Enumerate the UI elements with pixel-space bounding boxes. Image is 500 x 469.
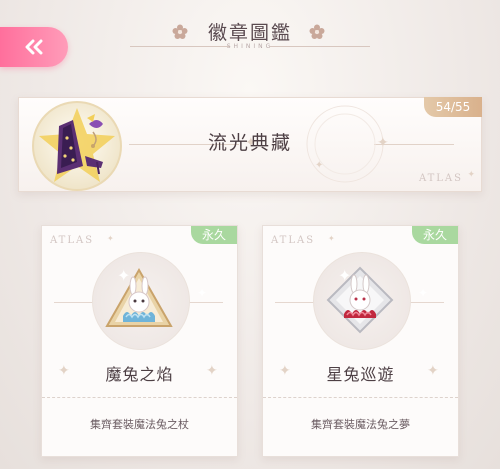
flame-rabbit-medal-icon [105,267,173,327]
sparkle-icon: ✦ [107,234,114,243]
page-subtitle: SHINING [226,43,274,50]
sparkle-icon: ✦ [117,266,131,285]
page-title: 徽章圖鑑 [207,22,292,44]
sparkle-icon: ✦ [418,286,429,300]
sparkle-icon: ✦ [58,363,70,379]
double-chevron-left-icon [25,39,43,55]
collection-banner[interactable]: ✦ ✦ ✦ 流光典藏 54/55 ATLAS ✦ [18,97,482,192]
collection-title: 流光典藏 [207,132,292,154]
star-rabbit-medal-icon [326,266,394,334]
back-button[interactable] [0,27,68,67]
medal-card[interactable]: ATLAS ✦ 永久 ✦ ✦ 星兔巡遊 ✦ ✦ 集齊套裝魔法兔之夢 [262,225,459,457]
sparkle-icon: ✦ [197,286,208,300]
sparkle-icon: ✦ [427,363,439,379]
atlas-label: ATLAS [271,235,316,246]
permanent-badge: 永久 [412,226,458,244]
atlas-label: ATLAS [418,173,463,184]
sparkle-icon: ✦ [206,363,218,379]
medal-description: 集齊套裝魔法兔之夢 [263,397,458,456]
sparkle-icon: ✦ [315,160,324,171]
sparkle-icon: ✦ [338,266,352,285]
permanent-badge: 永久 [191,226,237,244]
page-header: 徽章圖鑑 SHINING [0,10,500,54]
sparkle-icon: ✦ [279,363,291,379]
sparkle-icon: ✦ [328,234,335,243]
medal-card[interactable]: ATLAS ✦ 永久 ✦ ✦ 魔兔之焰 ✦ ✦ 集齊套裝魔法兔之杖 [41,225,238,457]
atlas-label: ATLAS [50,235,95,246]
collection-count-badge: 54/55 [424,97,482,117]
medal-description: 集齊套裝魔法兔之杖 [42,397,237,456]
sparkle-icon: ✦ [467,170,475,180]
